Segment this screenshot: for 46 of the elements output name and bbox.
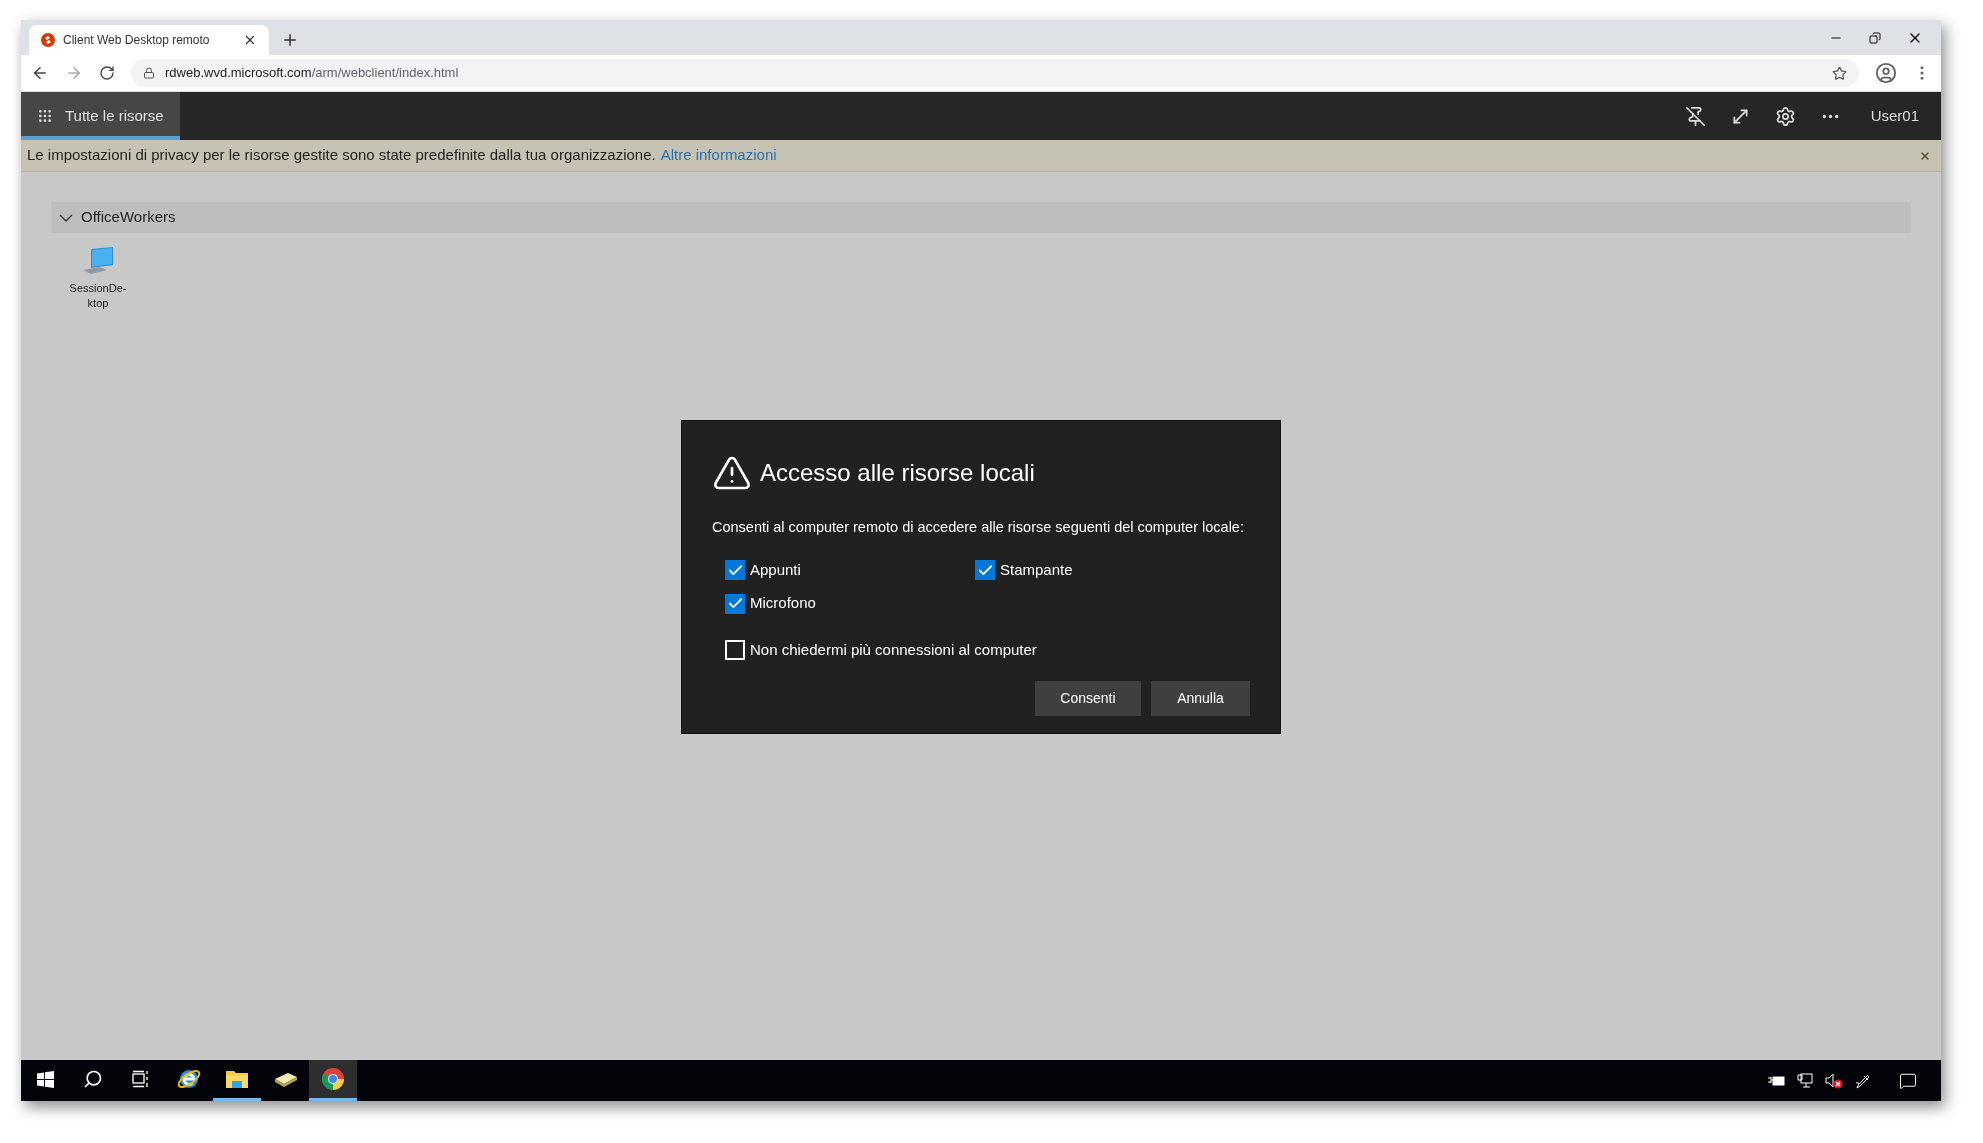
option-label[interactable]: Appunti — [750, 558, 801, 582]
tab-title: Client Web Desktop remoto — [63, 32, 211, 49]
dialog-prompt: Consenti al computer remoto di accedere alle risorse seguenti del computer locale: — [712, 518, 1245, 537]
taskbar-button[interactable] — [309, 1060, 357, 1101]
banner-text: Le impostazioni di privacy per le risorse gestite sono state predefinite dalla tua organizzazione. — [27, 145, 656, 166]
app-logo-icon — [41, 33, 55, 47]
lock-icon — [143, 67, 155, 79]
address-bar[interactable]: rdweb.wvd.microsoft.com/arm/webclient/index.html — [131, 59, 1859, 87]
reload-icon[interactable] — [99, 65, 115, 81]
notifications-icon[interactable] — [1899, 1071, 1917, 1090]
close-icon[interactable] — [243, 33, 257, 47]
browser-tab[interactable]: Client Web Desktop remoto — [29, 25, 269, 55]
checkbox[interactable] — [725, 593, 745, 614]
restore-icon[interactable] — [1869, 31, 1881, 44]
profile-icon[interactable] — [1875, 62, 1897, 84]
option-label[interactable]: Microfono — [750, 592, 816, 615]
notepad-icon — [272, 1071, 298, 1087]
search-icon — [83, 1069, 103, 1089]
new-tab-icon[interactable] — [281, 31, 299, 49]
cancel-button[interactable]: Annulla — [1151, 681, 1250, 717]
bookmark-star-icon[interactable] — [1832, 65, 1847, 81]
checkbox[interactable] — [725, 560, 745, 580]
muted-speaker-icon — [1825, 1072, 1843, 1089]
user-name[interactable]: User01 — [1870, 104, 1919, 128]
chrome-icon — [321, 1067, 345, 1091]
settings-icon[interactable] — [1774, 105, 1796, 127]
folder-icon — [225, 1068, 249, 1090]
dialog-title: Accesso alle risorse locali — [760, 458, 1035, 488]
option-label[interactable]: Stampante — [1000, 558, 1073, 582]
group-header[interactable]: OfficeWorkers — [51, 202, 1911, 233]
windows-logo-icon — [36, 1070, 54, 1088]
unpin-icon[interactable] — [1684, 105, 1706, 127]
battery-plug-icon — [1767, 1074, 1785, 1087]
task-view-icon — [132, 1070, 150, 1088]
url-text: rdweb.wvd.microsoft.com/arm/webclient/index.html — [165, 64, 459, 83]
checkbox[interactable] — [725, 640, 745, 660]
back-icon[interactable] — [31, 64, 49, 82]
chevron-icon — [59, 213, 73, 222]
apps-grid-icon — [37, 108, 53, 124]
resource-label[interactable]: SessionDe- ktop — [69, 281, 127, 311]
option-label[interactable]: Non chiedermi più connessioni al computer — [750, 638, 1037, 662]
nav-tab[interactable]: Tutte le risorse — [21, 92, 180, 140]
network-icon — [1797, 1072, 1813, 1089]
pen-icon — [1855, 1072, 1871, 1089]
allow-button[interactable]: Consenti — [1035, 681, 1141, 717]
checkbox[interactable] — [975, 560, 995, 580]
